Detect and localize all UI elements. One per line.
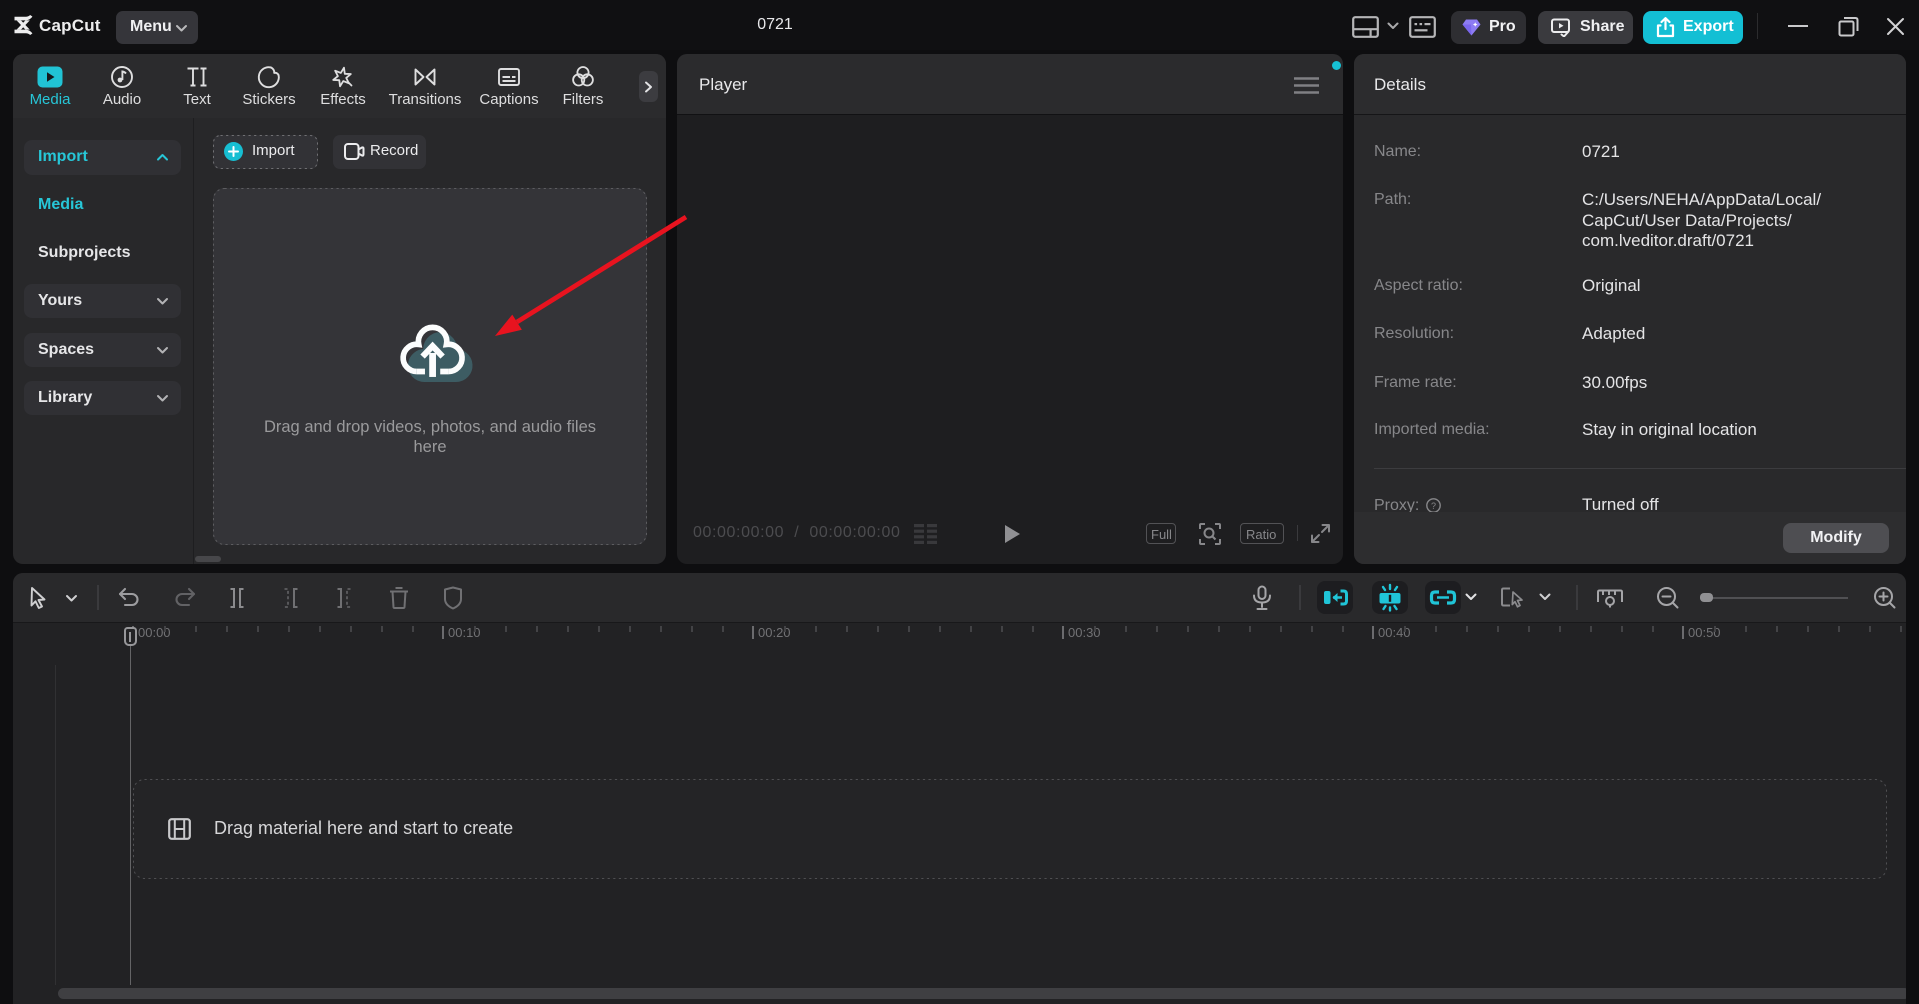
svg-text:?: ? <box>1431 501 1436 511</box>
